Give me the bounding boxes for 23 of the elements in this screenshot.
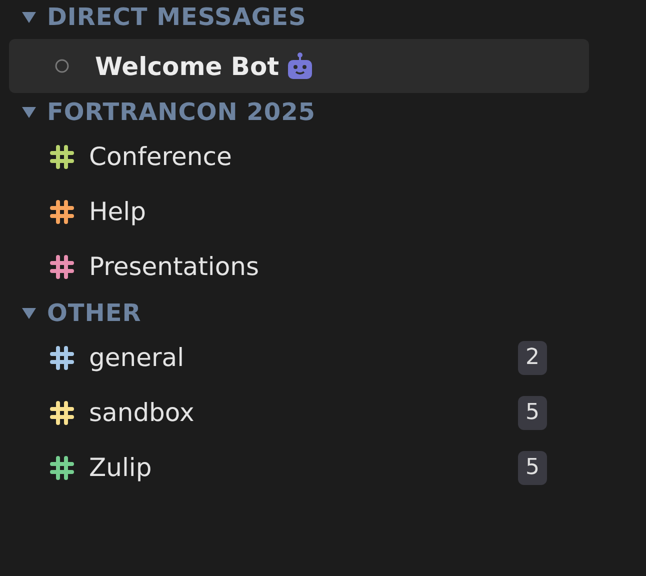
section-heading[interactable]: OTHER	[47, 299, 142, 327]
caret-icon[interactable]	[21, 306, 37, 320]
channel-item[interactable]: Help	[9, 184, 589, 239]
channel-item[interactable]: Presentations	[9, 239, 589, 294]
status-circle-icon	[55, 59, 69, 73]
hash-icon	[49, 254, 75, 280]
unread-count: 5	[518, 396, 547, 430]
caret-icon[interactable]	[21, 105, 37, 119]
hash-icon	[49, 400, 75, 426]
section-heading[interactable]: FORTRANCON 2025	[47, 98, 316, 126]
channel-item[interactable]: Zulip 5	[9, 440, 589, 495]
section-heading[interactable]: DIRECT MESSAGES	[47, 3, 306, 31]
unread-count: 5	[518, 450, 547, 484]
channel-item[interactable]: sandbox 5	[9, 385, 589, 440]
hash-icon	[49, 454, 75, 480]
hash-icon	[49, 344, 75, 370]
channel-item[interactable]: Conference	[9, 129, 589, 184]
hash-icon	[49, 144, 75, 170]
unread-count: 2	[518, 340, 547, 374]
caret-icon[interactable]	[21, 10, 37, 24]
hash-icon	[49, 198, 75, 224]
channel-item[interactable]: general 2	[9, 330, 589, 385]
conversation-item[interactable]: Welcome Bot	[9, 39, 589, 93]
